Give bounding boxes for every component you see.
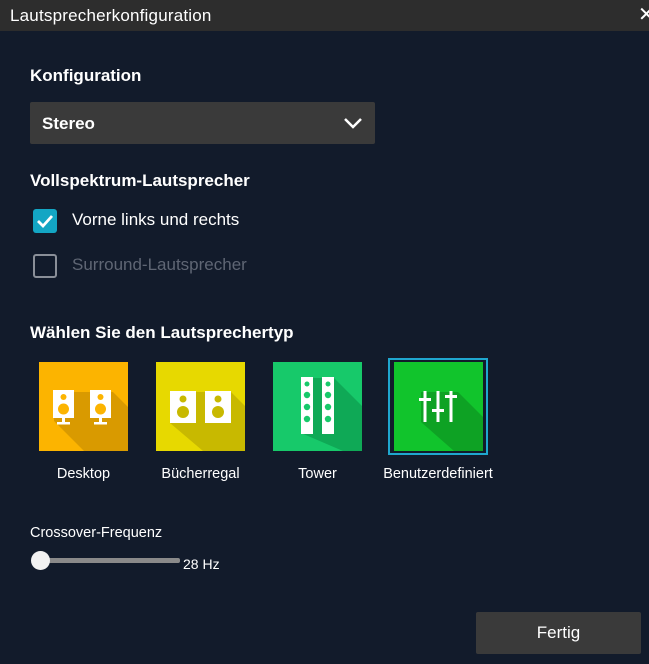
crossover-value: 28 Hz bbox=[183, 556, 220, 572]
tower-speakers-icon bbox=[273, 362, 362, 451]
crossover-slider-thumb[interactable] bbox=[31, 551, 50, 570]
crossover-label: Crossover-Frequenz bbox=[30, 525, 163, 541]
tile-tower[interactable] bbox=[273, 362, 362, 451]
checkmark-icon bbox=[37, 215, 54, 229]
fullrange-label: Vollspektrum-Lautsprecher bbox=[30, 171, 250, 190]
tile-desktop[interactable] bbox=[39, 362, 128, 451]
speaker-type-label: Wählen Sie den Lautsprechertyp bbox=[30, 323, 294, 342]
chevron-down-icon bbox=[344, 118, 362, 129]
tile-custom[interactable] bbox=[394, 362, 483, 451]
done-button[interactable]: Fertig bbox=[476, 612, 641, 654]
surround-label: Surround-Lautsprecher bbox=[72, 255, 247, 274]
custom-sliders-icon bbox=[394, 362, 483, 451]
tile-bookshelf[interactable] bbox=[156, 362, 245, 451]
tile-bookshelf-label: Bücherregal bbox=[161, 466, 240, 482]
tile-tower-label: Tower bbox=[298, 466, 337, 482]
crossover-slider-track[interactable] bbox=[40, 558, 180, 563]
close-icon[interactable]: ✕ bbox=[638, 2, 649, 26]
front-left-right-label: Vorne links und rechts bbox=[72, 210, 240, 229]
tile-desktop-label: Desktop bbox=[56, 466, 111, 482]
title-bar: Lautsprecherkonfiguration ✕ bbox=[0, 0, 649, 31]
front-left-right-checkbox[interactable] bbox=[33, 209, 57, 233]
tile-custom-label: Benutzerdefiniert bbox=[383, 466, 493, 482]
configuration-select[interactable]: Stereo bbox=[30, 102, 375, 144]
configuration-label: Konfiguration bbox=[30, 66, 142, 85]
bookshelf-speakers-icon bbox=[156, 362, 245, 451]
configuration-select-value: Stereo bbox=[42, 114, 95, 133]
window-title: Lautsprecherkonfiguration bbox=[10, 6, 212, 25]
desktop-speakers-icon bbox=[39, 362, 128, 451]
surround-checkbox[interactable] bbox=[33, 254, 57, 278]
